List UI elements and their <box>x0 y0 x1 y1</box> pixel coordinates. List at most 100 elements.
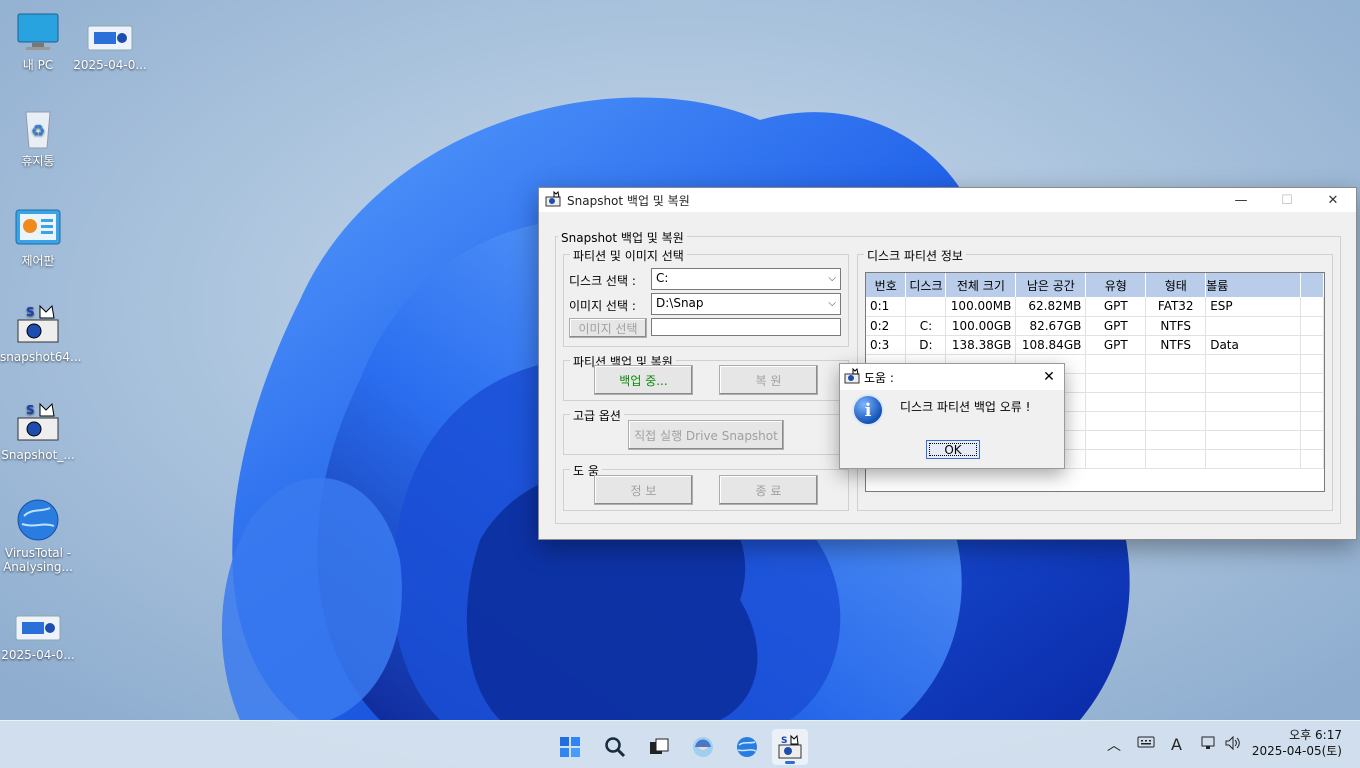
column-header[interactable]: 디스크 <box>905 273 947 297</box>
search-button[interactable] <box>597 729 633 765</box>
table-row[interactable]: 0:2 C: 100.00GB 82.67GB GPT NTFS <box>866 316 1324 336</box>
ime-indicator[interactable]: A <box>1171 735 1182 754</box>
monitor-icon <box>14 10 62 54</box>
desktop-icon-control-panel[interactable]: 제어판 <box>0 206 76 268</box>
chevron-down-icon: ⌵ <box>828 273 836 284</box>
snapshot-app-icon: S <box>14 400 62 444</box>
task-view-icon <box>650 738 669 754</box>
character-app-icon <box>693 737 713 757</box>
maximize-button: ☐ <box>1281 192 1293 208</box>
desktop-icon-snapshot-image-1[interactable]: 2025-04-0... <box>72 20 148 72</box>
clock-time: 오후 6:17 <box>1289 728 1342 742</box>
dialog-titlebar[interactable]: 도움 : ✕ <box>840 364 1064 390</box>
volume-icon[interactable] <box>1224 735 1242 755</box>
desktop-icon-label: snapshot64... <box>0 350 82 364</box>
window-titlebar[interactable]: Snapshot 백업 및 복원 — ☐ ✕ <box>539 188 1356 212</box>
table-row[interactable]: 0:3 D: 138.38GB 108.84GB GPT NTFS Data <box>866 335 1324 355</box>
desktop-icon-label: 2025-04-0... <box>1 648 75 662</box>
dialog-message: 디스크 파티션 백업 오류 ! <box>900 400 1031 414</box>
table-cell: 108.84GB <box>1015 335 1087 355</box>
select-group-title: 파티션 및 이미지 선택 <box>570 247 687 264</box>
task-view-button[interactable] <box>641 729 677 765</box>
info-button[interactable]: 정 보 <box>594 475 693 505</box>
table-cell: FAT32 <box>1145 297 1207 317</box>
column-header-spacer <box>1300 273 1324 297</box>
table-cell: 62.82MB <box>1015 297 1087 317</box>
main-group-title: Snapshot 백업 및 복원 <box>558 229 687 246</box>
chevron-down-icon: ⌵ <box>828 298 836 309</box>
snapshot-app-icon: S <box>14 302 62 346</box>
table-cell: NTFS <box>1145 316 1207 336</box>
error-dialog[interactable]: 도움 : ✕ i 디스크 파티션 백업 오류 ! OK <box>839 363 1065 469</box>
desktop-icon-snapshot[interactable]: S Snapshot_... <box>0 400 76 462</box>
globe-icon <box>737 737 757 757</box>
start-button[interactable] <box>552 729 588 765</box>
column-header[interactable]: 형태 <box>1145 273 1207 297</box>
svg-text:♻: ♻ <box>31 121 45 140</box>
snapshot-image-icon <box>86 20 134 54</box>
backup-button[interactable]: 백업 중... <box>594 365 693 395</box>
desktop-icon-virustotal[interactable]: VirusTotal - Analysing... <box>0 498 76 574</box>
image-path-input[interactable] <box>651 318 841 336</box>
taskbar-app-snapshot[interactable]: S <box>772 729 808 765</box>
minimize-button[interactable]: — <box>1218 188 1264 212</box>
image-select-value: D:\Snap <box>656 296 704 310</box>
image-select[interactable]: D:\Snap ⌵ <box>651 293 841 315</box>
table-row[interactable]: 0:1 100.00MB 62.82MB GPT FAT32 ESP <box>866 297 1324 317</box>
chevron-up-icon[interactable]: ︿ <box>1107 735 1121 755</box>
exit-button[interactable]: 종 료 <box>719 475 818 505</box>
recycle-bin-icon: ♻ <box>14 106 62 150</box>
table-cell: GPT <box>1085 297 1147 317</box>
keyboard-icon[interactable] <box>1137 735 1155 753</box>
disk-select[interactable]: C: ⌵ <box>651 268 841 290</box>
dialog-title: 도움 : <box>864 370 894 385</box>
table-cell: 138.38GB <box>945 335 1017 355</box>
restore-button[interactable]: 복 원 <box>719 365 818 395</box>
table-cell <box>905 297 947 317</box>
column-header[interactable]: 전체 크기 <box>945 273 1017 297</box>
table-cell: 0:3 <box>866 335 907 355</box>
window-title: Snapshot 백업 및 복원 <box>567 193 690 208</box>
table-cell: Data <box>1205 335 1301 355</box>
desktop-icon-snapshot64[interactable]: S snapshot64... <box>0 302 82 364</box>
svg-text:S: S <box>26 305 35 319</box>
taskbar-app-character[interactable] <box>685 729 721 765</box>
table-cell: GPT <box>1085 335 1147 355</box>
column-header[interactable]: 유형 <box>1085 273 1147 297</box>
column-header[interactable]: 번호 <box>866 273 907 297</box>
close-button[interactable]: ✕ <box>1310 188 1356 212</box>
table-cell: ESP <box>1205 297 1301 317</box>
table-cell: 82.67GB <box>1015 316 1087 336</box>
taskbar: S ︿ A <box>0 720 1360 768</box>
table-cell: 0:2 <box>866 316 907 336</box>
column-header[interactable]: 남은 공간 <box>1015 273 1087 297</box>
desktop-icon-my-pc[interactable]: 내 PC <box>0 10 76 72</box>
snapshot-app-icon <box>545 190 561 210</box>
table-cell: 100.00MB <box>945 297 1017 317</box>
windows-logo-icon <box>560 737 580 757</box>
partition-info-group-title: 디스크 파티션 정보 <box>864 247 966 264</box>
image-select-button[interactable]: 이미지 선택 <box>569 318 647 338</box>
network-icon[interactable] <box>1200 735 1218 755</box>
desktop-icon-snapshot-image-2[interactable]: 2025-04-0... <box>0 610 76 662</box>
desktop-icon-label: Snapshot_... <box>1 448 75 462</box>
ok-button[interactable]: OK <box>926 440 980 459</box>
table-header-row: 번호 디스크 전체 크기 남은 공간 유형 형태 볼륨 <box>866 273 1324 297</box>
snapshot-app-icon: S <box>778 734 802 759</box>
info-icon: i <box>852 394 884 426</box>
table-cell: 100.00GB <box>945 316 1017 336</box>
desktop-icon-label: 내 PC <box>22 58 54 72</box>
dialog-close-button[interactable]: ✕ <box>1034 369 1064 385</box>
svg-text:S: S <box>26 403 35 417</box>
taskbar-app-globe[interactable] <box>729 729 765 765</box>
snapshot-image-icon <box>14 610 62 644</box>
svg-text:S: S <box>781 736 787 746</box>
search-icon <box>605 737 626 758</box>
disk-select-label: 디스크 선택 : <box>569 274 636 288</box>
advanced-group-title: 고급 옵션 <box>570 407 624 424</box>
table-cell: C: <box>905 316 947 336</box>
column-header[interactable]: 볼륨 <box>1205 273 1301 297</box>
desktop-icon-recycle-bin[interactable]: ♻ 휴지통 <box>0 106 76 168</box>
direct-run-button[interactable]: 직접 실행 Drive Snapshot <box>628 420 784 450</box>
clock[interactable]: 오후 6:17 2025-04-05(토) <box>1252 727 1342 759</box>
